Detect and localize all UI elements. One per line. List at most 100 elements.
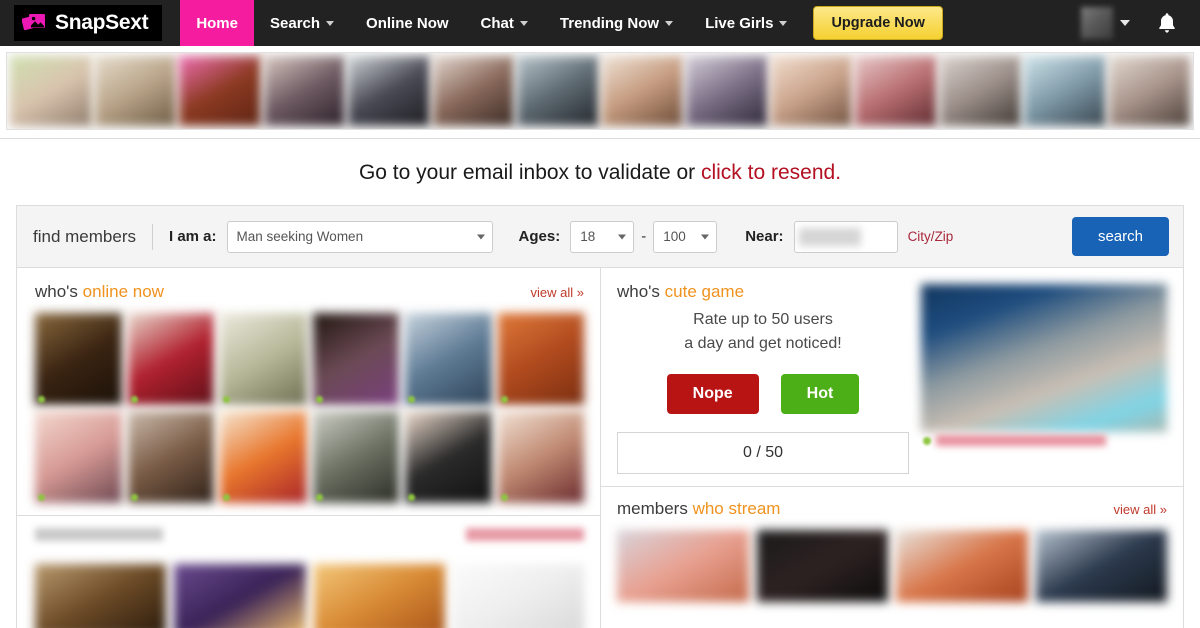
member-thumb[interactable] xyxy=(405,313,492,405)
chevron-down-icon xyxy=(665,20,674,26)
cute-game-photo-wrap xyxy=(921,282,1167,474)
banner-thumb[interactable] xyxy=(517,56,599,126)
cute-game-title: who's cute game xyxy=(617,282,921,302)
near-input-value xyxy=(798,227,861,246)
online-now-title-highlight: online now xyxy=(82,282,164,301)
avatar xyxy=(1081,7,1113,39)
online-status-dot xyxy=(130,494,138,501)
brand-logo[interactable]: SnapSext xyxy=(14,5,163,41)
upgrade-wrap: Upgrade Now xyxy=(813,0,943,46)
banner-thumb[interactable] xyxy=(10,56,92,126)
online-now-view-all-link[interactable]: view all » xyxy=(531,285,584,300)
i-am-a-select[interactable]: Man seeking Women xyxy=(226,220,493,253)
cute-game-photo[interactable] xyxy=(921,284,1167,432)
city-zip-hint[interactable]: City/Zip xyxy=(898,229,954,244)
member-thumb[interactable] xyxy=(312,313,399,405)
member-thumb[interactable] xyxy=(174,564,306,628)
banner-thumb[interactable] xyxy=(94,56,176,126)
bottom-left-header xyxy=(35,528,584,553)
member-thumb[interactable] xyxy=(35,411,122,503)
banner-thumb[interactable] xyxy=(432,56,514,126)
online-now-title-prefix: who's xyxy=(35,282,83,301)
online-now-title: who's online now xyxy=(35,282,164,302)
online-status-dot xyxy=(223,494,230,501)
main-content: find members I am a: Man seeking Women A… xyxy=(16,205,1184,628)
member-thumb[interactable] xyxy=(127,411,214,503)
email-validation-notice: Go to your email inbox to validate or cl… xyxy=(0,139,1200,205)
stream-thumb[interactable] xyxy=(1035,530,1167,602)
banner-thumb[interactable] xyxy=(939,56,1021,126)
banner-thumb[interactable] xyxy=(1108,56,1190,126)
cute-game-title-highlight: cute game xyxy=(664,282,745,301)
online-status-dot xyxy=(315,396,323,403)
age-max-select[interactable]: 100 xyxy=(653,220,718,253)
cute-game-username-blurred xyxy=(936,435,1106,446)
stream-thumb[interactable] xyxy=(896,530,1028,602)
cute-game-subtitle: Rate up to 50 users a day and get notice… xyxy=(617,308,921,356)
banner-thumb[interactable] xyxy=(179,56,261,126)
banner-thumb[interactable] xyxy=(348,56,430,126)
nav-item-search-label: Search xyxy=(270,14,321,32)
online-status-dot xyxy=(130,396,138,403)
who-stream-view-all-link[interactable]: view all » xyxy=(1114,502,1167,517)
banner-thumb[interactable] xyxy=(686,56,768,126)
chevron-down-icon xyxy=(519,20,528,26)
ages-label: Ages: xyxy=(518,228,561,245)
brand-name: SnapSext xyxy=(55,11,149,34)
i-am-a-label: I am a: xyxy=(168,228,217,245)
nav-item-chat[interactable]: Chat xyxy=(465,0,544,46)
nav-item-trending-now-label: Trending Now xyxy=(559,14,660,32)
i-am-a-select-wrap: Man seeking Women xyxy=(226,220,493,253)
online-status-dot xyxy=(408,494,415,501)
upgrade-now-button[interactable]: Upgrade Now xyxy=(813,6,943,40)
rating-counter: 0 / 50 xyxy=(617,432,909,474)
member-thumb[interactable] xyxy=(35,564,167,628)
stream-thumb[interactable] xyxy=(617,530,749,602)
online-now-panel: who's online now view all » xyxy=(17,268,600,515)
hot-button[interactable]: Hot xyxy=(780,374,860,414)
member-thumb[interactable] xyxy=(220,313,307,405)
bell-icon[interactable] xyxy=(1156,11,1178,35)
near-label: Near: xyxy=(745,228,784,245)
nav-item-live-girls[interactable]: Live Girls xyxy=(689,0,803,46)
who-stream-header: members who stream view all » xyxy=(617,499,1167,519)
near-input[interactable] xyxy=(793,220,898,253)
banner-thumb[interactable] xyxy=(263,56,345,126)
banner-thumb[interactable] xyxy=(855,56,937,126)
photos-stack-icon xyxy=(21,11,48,35)
banner-thumb[interactable] xyxy=(601,56,683,126)
member-thumb[interactable] xyxy=(313,564,445,628)
banner-thumb[interactable] xyxy=(1024,56,1106,126)
member-thumb[interactable] xyxy=(497,313,584,405)
bottom-left-title-blurred xyxy=(35,528,163,541)
find-members-bar: find members I am a: Man seeking Women A… xyxy=(17,206,1183,268)
resend-email-link[interactable]: click to resend. xyxy=(701,161,841,184)
online-status-dot xyxy=(38,396,45,403)
online-status-dot xyxy=(223,396,230,403)
nav-item-home[interactable]: Home xyxy=(180,0,254,46)
member-thumb[interactable] xyxy=(452,564,584,628)
search-button[interactable]: search xyxy=(1071,217,1169,256)
online-status-dot xyxy=(923,436,931,445)
nav-item-trending-now[interactable]: Trending Now xyxy=(544,0,689,46)
account-menu[interactable] xyxy=(1081,7,1130,39)
who-stream-title: members who stream xyxy=(617,499,780,519)
nope-button[interactable]: Nope xyxy=(666,374,759,414)
chevron-down-icon xyxy=(326,20,335,26)
member-thumb[interactable] xyxy=(35,313,122,405)
member-thumb[interactable] xyxy=(127,313,214,405)
member-thumb[interactable] xyxy=(220,411,307,503)
member-thumb[interactable] xyxy=(497,411,584,503)
online-status-dot xyxy=(500,494,508,501)
age-max-select-wrap: 100 xyxy=(653,220,718,253)
member-thumb[interactable] xyxy=(405,411,492,503)
member-thumb[interactable] xyxy=(312,411,399,503)
age-min-select[interactable]: 18 xyxy=(570,220,635,253)
nav-item-search[interactable]: Search xyxy=(254,0,350,46)
cute-game-panel: who's cute game Rate up to 50 users a da… xyxy=(601,268,1183,486)
stream-thumb[interactable] xyxy=(756,530,888,602)
content-columns: who's online now view all » who's cute g… xyxy=(17,268,1183,628)
banner-thumb[interactable] xyxy=(770,56,852,126)
left-column: who's online now view all » xyxy=(17,268,601,628)
nav-item-online-now[interactable]: Online Now xyxy=(350,0,465,46)
